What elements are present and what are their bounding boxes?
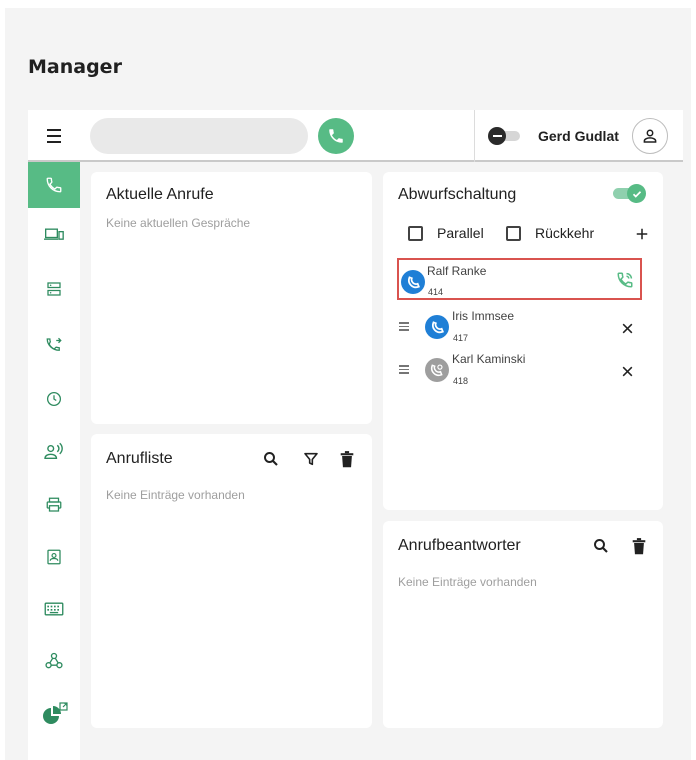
destination-ext: 414 — [428, 287, 444, 297]
voicemail-title: Anrufbeantworter — [398, 537, 521, 554]
phone-icon — [46, 177, 62, 193]
search-icon — [264, 452, 278, 466]
close-icon — [622, 366, 632, 376]
call-list-empty-text: Keine Einträge vorhanden — [106, 488, 245, 502]
search-input[interactable] — [90, 118, 308, 154]
call-list-card: Anrufliste Keine Einträge vorhanden — [91, 434, 372, 728]
destination-name: Karl Kaminski — [452, 352, 526, 366]
sidebar-item-servers[interactable] — [28, 266, 80, 312]
check-icon — [632, 190, 641, 198]
call-list-delete-button[interactable] — [335, 447, 359, 471]
search-icon — [594, 539, 608, 553]
destination-name: Iris Immsee — [452, 309, 515, 323]
presence-available-icon — [401, 270, 425, 294]
destination-row[interactable]: Iris Immsee 417 — [397, 305, 642, 347]
return-label: Rückkehr — [535, 225, 595, 241]
trash-icon — [340, 450, 354, 467]
minus-icon — [488, 127, 506, 145]
sidebar-item-speaking[interactable] — [28, 428, 80, 474]
call-forward-icon — [46, 337, 62, 351]
destination-name: Ralf Ranke — [427, 264, 487, 278]
parallel-label: Parallel — [437, 225, 484, 241]
voicemail-delete-button[interactable] — [627, 534, 651, 558]
printer-icon — [46, 497, 62, 512]
remove-destination-button[interactable] — [615, 316, 639, 340]
voicemail-search-button[interactable] — [589, 534, 613, 558]
phone-icon — [329, 129, 343, 143]
call-forwarding-toggle[interactable] — [613, 184, 647, 203]
remove-destination-button[interactable] — [615, 359, 639, 383]
drag-handle-icon[interactable] — [399, 322, 411, 331]
call-list-title: Anrufliste — [106, 450, 173, 467]
voicemail-empty-text: Keine Einträge vorhanden — [398, 575, 537, 589]
devices-icon — [44, 228, 64, 240]
sidebar-item-statistics[interactable] — [28, 692, 80, 738]
sidebar-item-contacts[interactable] — [28, 534, 80, 580]
sidebar-item-fax[interactable] — [28, 482, 80, 528]
call-list-search-button[interactable] — [259, 447, 283, 471]
close-icon — [622, 323, 632, 333]
presence-available-icon — [425, 315, 449, 339]
sidebar-item-call-forward[interactable] — [28, 322, 80, 368]
sidebar-item-calls[interactable] — [28, 162, 80, 208]
destination-ext: 418 — [453, 376, 469, 386]
menu-icon[interactable] — [42, 124, 66, 148]
user-name: Gerd Gudlat — [538, 128, 619, 144]
drag-handle-icon[interactable] — [399, 365, 411, 374]
pie-chart-external-icon — [43, 702, 68, 724]
return-checkbox[interactable] — [506, 226, 521, 241]
user-avatar-button[interactable] — [632, 118, 668, 154]
keyboard-icon — [44, 602, 64, 616]
person-icon — [643, 129, 657, 143]
sidebar-item-keyboard[interactable] — [28, 586, 80, 632]
current-calls-card: Aktuelle Anrufe Keine aktuellen Gespräch… — [91, 172, 372, 424]
call-destination-button[interactable] — [613, 268, 637, 292]
destination-ext: 417 — [453, 333, 469, 343]
topbar-divider — [474, 110, 475, 162]
trash-icon — [632, 537, 646, 554]
clock-icon — [46, 391, 62, 407]
dnd-toggle[interactable] — [488, 127, 520, 145]
presence-unavailable-icon — [425, 358, 449, 382]
sidebar — [28, 162, 80, 760]
server-icon — [47, 282, 61, 296]
sidebar-item-history[interactable] — [28, 376, 80, 422]
sidebar-item-webhooks[interactable] — [28, 638, 80, 684]
contact-card-icon — [47, 549, 61, 565]
parallel-checkbox[interactable] — [408, 226, 423, 241]
call-list-filter-button[interactable] — [299, 447, 323, 471]
page-title: Manager — [28, 56, 122, 78]
call-forwarding-card: Abwurfschaltung Parallel Rückkehr Ralf R… — [383, 172, 663, 510]
plus-icon — [636, 228, 648, 240]
top-bar: Gerd Gudlat — [28, 110, 683, 162]
webhook-icon — [45, 652, 63, 669]
sidebar-item-devices[interactable] — [28, 212, 80, 258]
current-calls-title: Aktuelle Anrufe — [106, 186, 214, 203]
voicemail-card: Anrufbeantworter Keine Einträge vorhande… — [383, 521, 663, 728]
add-destination-button[interactable] — [630, 222, 654, 246]
current-calls-empty-text: Keine aktuellen Gespräche — [106, 216, 251, 230]
call-forwarding-title: Abwurfschaltung — [398, 186, 517, 203]
phone-ringing-icon — [617, 272, 633, 288]
destination-row[interactable]: Karl Kaminski 418 — [397, 348, 642, 390]
dial-button[interactable] — [318, 118, 354, 154]
destination-row[interactable]: Ralf Ranke 414 — [397, 258, 642, 300]
filter-icon — [304, 452, 318, 466]
person-speaking-icon — [44, 442, 63, 460]
